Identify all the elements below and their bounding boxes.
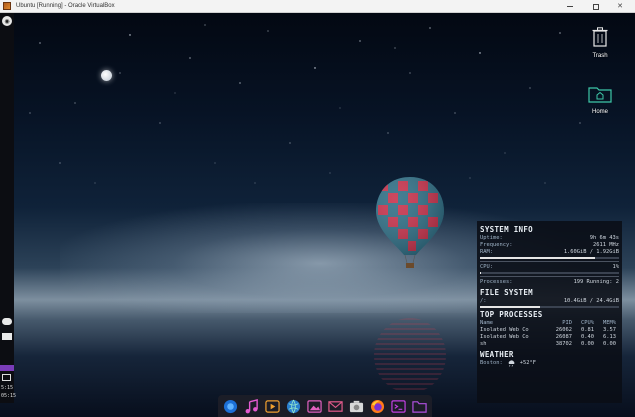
weather-row: Boston: +52°F [480, 360, 619, 367]
cpu-row: CPU: 1% [480, 264, 619, 271]
balloon-reflection [374, 318, 446, 393]
uptime-label: Uptime: [480, 235, 503, 241]
desktop-icon-home[interactable]: Home [583, 85, 617, 115]
process-cpu: 0.40 [581, 334, 594, 340]
window-title: Ubuntu [Running] - Oracle VirtualBox [16, 3, 115, 9]
home-folder-icon [588, 87, 612, 103]
window-list-icon[interactable] [2, 374, 11, 381]
ram-usage-fill [480, 257, 596, 259]
process-pid: 26087 [555, 334, 572, 340]
cpu-value: 1% [612, 264, 620, 270]
ram-row: RAM: 1.60GiB / 1.92GiB [480, 249, 619, 256]
firefox-icon[interactable] [369, 398, 386, 415]
media-player-icon[interactable] [264, 398, 281, 415]
filesystem-usage: 10.4GiB / 24.4GiB [563, 298, 619, 304]
workspace-indicator[interactable] [0, 365, 14, 371]
process-mem: 0.00 [603, 341, 616, 347]
dock [218, 395, 432, 417]
clock-hours: 5:15 [1, 385, 14, 391]
desktop-icon-label: Home [591, 109, 608, 115]
image-viewer-icon[interactable] [306, 398, 323, 415]
mail-app-icon[interactable] [327, 398, 344, 415]
minimize-icon [567, 6, 573, 7]
cloud-icon[interactable] [2, 318, 12, 325]
cpu-usage-fill [480, 272, 482, 274]
cloud-rain-icon [508, 360, 515, 367]
screenshot-icon[interactable] [348, 398, 365, 415]
files-icon[interactable] [411, 398, 428, 415]
close-icon: ✕ [617, 2, 623, 10]
process-name: Isolated Web Co [480, 334, 529, 340]
virtualbox-logo-icon [3, 2, 11, 10]
weather-location: Boston: [480, 360, 503, 366]
divider [480, 261, 619, 262]
ram-usage-bar [480, 257, 619, 259]
processes-value: 199 Running: 2 [573, 279, 619, 285]
process-pid: 38702 [555, 341, 572, 347]
top-processes-heading: TOP PROCESSES [480, 310, 543, 319]
cpu-label: CPU: [480, 264, 493, 270]
frequency-value: 2611 MHz [593, 242, 619, 248]
desktop-icon-trash[interactable]: Trash [583, 27, 617, 59]
process-table-header: Name PID CPU% MEM% [480, 320, 619, 327]
filesystem-row: /: 10.4GiB / 24.4GiB [480, 298, 619, 305]
process-pid: 26062 [555, 327, 572, 333]
music-icon[interactable] [243, 398, 260, 415]
maximize-button[interactable] [585, 0, 607, 13]
col-pid: PID [562, 320, 572, 326]
globe-icon[interactable] [285, 398, 302, 415]
frequency-label: Frequency: [480, 242, 513, 248]
browser-blue-icon[interactable] [222, 398, 239, 415]
weather-heading: WEATHER [480, 350, 514, 359]
mail-icon[interactable] [2, 333, 12, 340]
process-row: Isolated Web Co 26087 0.40 6.13 [480, 334, 619, 341]
process-name: Isolated Web Co [480, 327, 529, 333]
col-name: Name [480, 320, 493, 326]
minimize-button[interactable] [559, 0, 581, 13]
frequency-row: Frequency: 2611 MHz [480, 242, 619, 249]
hot-air-balloon [376, 177, 444, 268]
mount-point: /: [480, 298, 487, 304]
ram-label: RAM: [480, 249, 493, 255]
process-mem: 3.57 [603, 327, 616, 333]
process-cpu: 0.81 [581, 327, 594, 333]
process-mem: 6.13 [603, 334, 616, 340]
clock-time: 05:15 [1, 393, 17, 399]
trash-icon [592, 27, 608, 47]
ubuntu-logo-icon[interactable]: ◉ [2, 16, 12, 26]
cpu-usage-bar [480, 272, 619, 274]
desktop-icon-label: Trash [592, 53, 608, 59]
terminal-icon[interactable] [390, 398, 407, 415]
left-panel: ◉ 5:15 05:15 [0, 13, 17, 403]
uptime-value: 9h 6m 43s [589, 235, 619, 241]
window-titlebar[interactable]: Ubuntu [Running] - Oracle VirtualBox ✕ [0, 0, 635, 13]
weather-temp: +52°F [519, 360, 536, 366]
disk-usage-fill [480, 306, 540, 308]
col-cpu: CPU% [581, 320, 594, 326]
file-system-heading: FILE SYSTEM [480, 288, 533, 297]
processes-label: Processes: [480, 279, 513, 285]
system-info-heading: SYSTEM INFO [480, 225, 533, 234]
divider [480, 276, 619, 277]
maximize-icon [593, 3, 599, 10]
processes-row: Processes: 199 Running: 2 [480, 279, 619, 286]
system-monitor-widget: SYSTEM INFO Uptime: 9h 6m 43s Frequency: 2… [477, 221, 622, 403]
process-name: sh [480, 341, 487, 347]
moon [101, 70, 112, 81]
ram-value: 1.60GiB / 1.92GiB [563, 249, 619, 255]
starfield [29, 24, 581, 199]
col-mem: MEM% [603, 320, 616, 326]
disk-usage-bar [480, 306, 619, 308]
uptime-row: Uptime: 9h 6m 43s [480, 235, 619, 242]
process-row: Isolated Web Co 26062 0.81 3.57 [480, 327, 619, 334]
process-cpu: 0.00 [581, 341, 594, 347]
process-row: sh 38702 0.00 0.00 [480, 341, 619, 348]
desktop-wallpaper: Trash Home SYSTEM INFO Uptime: 9h 6m 43s … [0, 13, 635, 417]
close-button[interactable]: ✕ [609, 0, 631, 13]
